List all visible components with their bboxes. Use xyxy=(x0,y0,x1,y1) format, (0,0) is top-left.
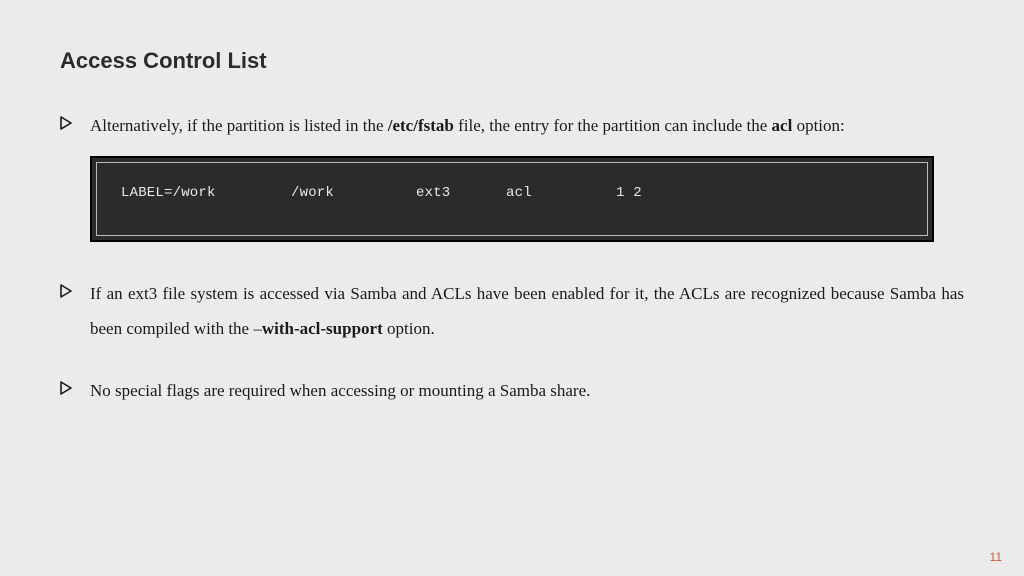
code-block: LABEL=/work /work ext3 acl 1 2 xyxy=(90,156,934,242)
bullet-text: If an ext3 file system is accessed via S… xyxy=(90,284,964,339)
bullet-text: option. xyxy=(383,319,435,338)
page-number: 11 xyxy=(990,550,1002,564)
code-block-inner: LABEL=/work /work ext3 acl 1 2 xyxy=(96,162,928,236)
chevron-right-icon xyxy=(60,284,74,298)
bullet-list: Alternatively, if the partition is liste… xyxy=(60,108,964,144)
fstab-line: LABEL=/work /work ext3 acl 1 2 xyxy=(121,185,903,201)
bullet-text: No special flags are required when acces… xyxy=(90,381,590,400)
fstab-dump-pass: 1 2 xyxy=(616,185,642,201)
bullet-text: option: xyxy=(792,116,844,135)
fstab-fstype: ext3 xyxy=(416,185,506,201)
fstab-device: LABEL=/work xyxy=(121,185,291,201)
bullet-item-3: No special flags are required when acces… xyxy=(60,373,964,409)
bullet-bold: /etc/fstab xyxy=(388,116,454,135)
bullet-item-2: If an ext3 file system is accessed via S… xyxy=(60,276,964,347)
chevron-right-icon xyxy=(60,381,74,395)
bullet-item-1: Alternatively, if the partition is liste… xyxy=(60,108,964,144)
slide-title: Access Control List xyxy=(60,48,964,74)
chevron-right-icon xyxy=(60,116,74,130)
fstab-mountpoint: /work xyxy=(291,185,416,201)
bullet-text: Alternatively, if the partition is liste… xyxy=(90,116,388,135)
bullet-list-2: If an ext3 file system is accessed via S… xyxy=(60,276,964,409)
fstab-options: acl xyxy=(506,185,616,201)
bullet-bold: acl xyxy=(772,116,793,135)
bullet-text: file, the entry for the partition can in… xyxy=(454,116,772,135)
bullet-bold: with-acl-support xyxy=(262,319,383,338)
